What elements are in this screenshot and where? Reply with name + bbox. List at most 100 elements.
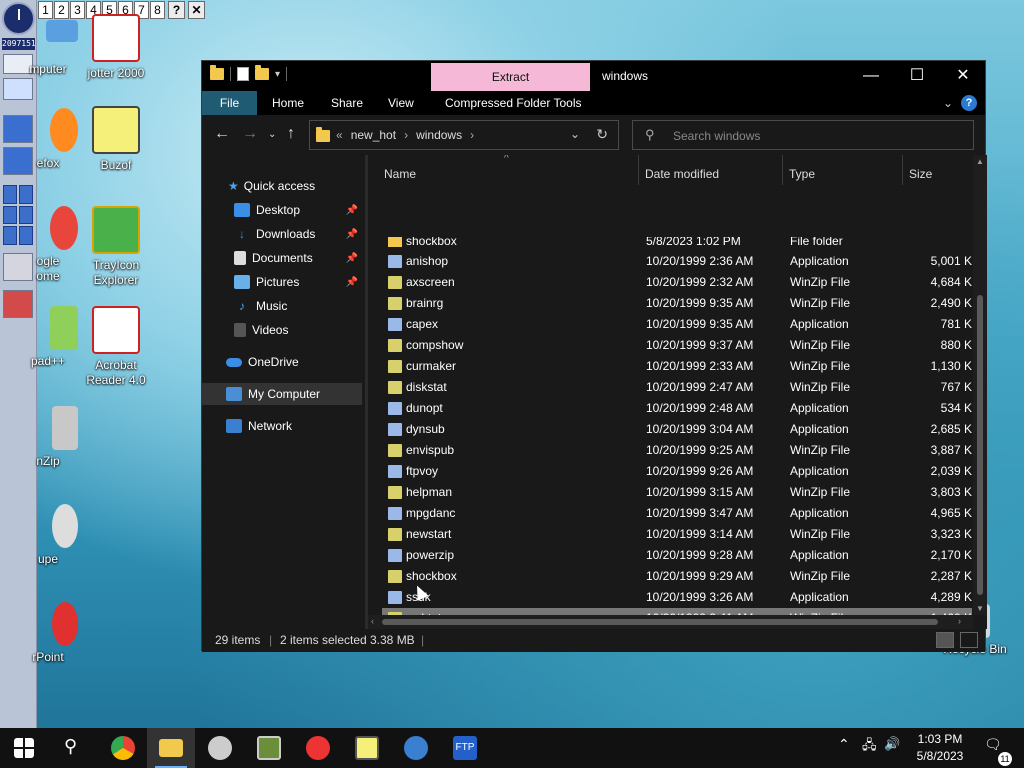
desktop-icon-trayicon[interactable]: TrayIcon Explorer [76, 206, 156, 288]
show-hidden-icons-icon[interactable]: ⌃ [838, 736, 850, 753]
volume-icon[interactable]: 🔊 [884, 736, 900, 752]
nav-onedrive[interactable]: OneDrive [202, 351, 362, 373]
search-box[interactable]: ⚲ Search windows [632, 120, 974, 150]
horizontal-scrollbar[interactable]: ‹ › [368, 615, 973, 629]
nav-downloads[interactable]: ↓ Downloads 📌 [202, 223, 362, 245]
refresh-icon[interactable]: ↻ [596, 126, 608, 143]
details-view-icon[interactable] [936, 632, 954, 648]
desktop-icon-winzip[interactable]: nZip [18, 406, 78, 469]
network-icon[interactable]: 🖧 [862, 736, 877, 758]
nav-network[interactable]: Network [202, 415, 362, 437]
taskbar-ftp-app[interactable]: FTP [441, 728, 489, 768]
desktop-icon-notepad[interactable]: pad++ [18, 306, 78, 369]
properties-icon[interactable] [237, 67, 249, 81]
desktop-icon-chrome[interactable]: ogle ome [18, 206, 78, 284]
scroll-left-icon[interactable]: ‹ [371, 616, 374, 626]
back-arrow-icon[interactable]: ← [214, 125, 230, 143]
column-header-date[interactable]: Date modified [645, 163, 719, 185]
desktop-icon-firefox[interactable]: efox [18, 108, 78, 171]
partial-row[interactable]: shockbox 5/8/2023 1:02 PM File folder [382, 237, 972, 247]
nav-videos[interactable]: Videos [202, 319, 362, 341]
forward-arrow-icon[interactable]: → [242, 125, 258, 143]
file-row[interactable]: dynsub 10/20/1999 3:04 AM Application 2,685… [382, 419, 972, 440]
taskbar-red-arrow-app[interactable] [294, 728, 342, 768]
file-row[interactable]: helpman 10/20/1999 3:15 AM WinZip File 3,80… [382, 482, 972, 503]
tab-file[interactable]: File [202, 91, 257, 115]
column-header-name[interactable]: Name [384, 163, 416, 185]
taskbar-monitor-app[interactable] [245, 728, 293, 768]
file-row[interactable]: ssdk 10/20/1999 3:26 AM Application 4,289 K [382, 587, 972, 608]
file-row[interactable]: capex 10/20/1999 9:35 AM Application 781 K [382, 314, 972, 335]
nav-documents[interactable]: Documents 📌 [202, 247, 362, 269]
column-divider[interactable] [902, 155, 903, 185]
pin-icon[interactable]: 📌 [346, 277, 358, 288]
desktop-icon-jotter[interactable]: jotter 2000 [76, 14, 156, 81]
nav-music[interactable]: ♪ Music [202, 295, 362, 317]
nav-quick-access[interactable]: ★ Quick access [202, 175, 362, 197]
scrollbar-thumb[interactable] [977, 295, 983, 595]
file-row[interactable]: axscreen 10/20/1999 2:32 AM WinZip File 4,6… [382, 272, 972, 293]
column-header-size[interactable]: Size [909, 163, 932, 185]
scroll-down-icon[interactable]: ▼ [976, 604, 984, 613]
column-header-type[interactable]: Type [789, 163, 815, 185]
taskbar-magnifier[interactable] [196, 728, 244, 768]
scroll-up-icon[interactable]: ▲ [976, 157, 984, 166]
tab-home[interactable]: Home [260, 91, 316, 115]
column-divider[interactable] [782, 155, 783, 185]
start-button[interactable] [0, 728, 48, 768]
scroll-right-icon[interactable]: › [958, 616, 961, 626]
nav-pictures[interactable]: Pictures 📌 [202, 271, 362, 293]
large-icons-view-icon[interactable] [960, 632, 978, 648]
scrollbar-thumb[interactable] [382, 619, 938, 625]
desktop-icon-buzof[interactable]: Buzof [76, 106, 156, 173]
nav-desktop[interactable]: Desktop 📌 [202, 199, 362, 221]
file-row[interactable]: powerzip 10/20/1999 9:28 AM Application 2,1… [382, 545, 972, 566]
breadcrumb-overflow[interactable]: « [336, 128, 343, 142]
file-row[interactable]: mpgdanc 10/20/1999 3:47 AM Application 4,96… [382, 503, 972, 524]
file-row[interactable]: newstart 10/20/1999 3:14 AM WinZip File 3,3… [382, 524, 972, 545]
file-row[interactable]: anishop 10/20/1999 2:36 AM Application 5,00… [382, 251, 972, 272]
file-row[interactable]: ftpvoy 10/20/1999 9:26 AM Application 2,039… [382, 461, 972, 482]
taskbar-buzof[interactable] [343, 728, 391, 768]
pin-icon[interactable]: 📌 [346, 229, 358, 240]
file-row[interactable]: envispub 10/20/1999 9:25 AM WinZip File 3,8… [382, 440, 972, 461]
desktop-icon-magnifier[interactable]: upe [18, 504, 78, 567]
expand-ribbon-icon[interactable]: ⌄ [943, 96, 953, 110]
tab-view[interactable]: View [376, 91, 426, 115]
desktop-icon-computer[interactable]: mputer [18, 20, 78, 77]
breadcrumb-windows[interactable]: windows [416, 128, 462, 142]
help-icon[interactable]: ? [961, 95, 977, 111]
file-row[interactable]: brainrg 10/20/1999 9:35 AM WinZip File 2,49… [382, 293, 972, 314]
address-field[interactable]: « new_hot › windows › ⌄ ↻ [309, 120, 619, 150]
file-row[interactable]: shockbox 10/20/1999 9:29 AM WinZip File 2,2… [382, 566, 972, 587]
desktop-1-button[interactable]: 1 [38, 1, 53, 19]
file-row[interactable]: compshow 10/20/1999 9:37 AM WinZip File 880… [382, 335, 972, 356]
file-row[interactable]: dunopt 10/20/1999 2:48 AM Application 534 K [382, 398, 972, 419]
tab-compressed-folder-tools[interactable]: Compressed Folder Tools [433, 91, 594, 115]
minimize-icon[interactable]: — [848, 61, 894, 91]
tab-share[interactable]: Share [319, 91, 375, 115]
maximize-icon[interactable]: ☐ [894, 61, 940, 91]
close-window-icon[interactable]: ✕ [940, 61, 986, 91]
pin-icon[interactable]: 📌 [346, 205, 358, 216]
taskbar-globe-app[interactable] [392, 728, 440, 768]
help-button[interactable]: ? [168, 1, 185, 19]
column-divider[interactable] [638, 155, 639, 185]
breadcrumb-new-hot[interactable]: new_hot [351, 128, 396, 142]
taskbar-chrome[interactable] [99, 728, 147, 768]
notifications-icon[interactable]: 🗨 [984, 736, 1002, 753]
nav-my-computer[interactable]: My Computer [202, 383, 362, 405]
taskbar-file-explorer[interactable] [147, 728, 195, 768]
search-taskbar-button[interactable]: ⚲ [48, 728, 96, 768]
desktop-2-button[interactable]: 2 [54, 1, 69, 19]
customize-toolbar-icon[interactable]: ▾ [275, 69, 280, 80]
desktop-icon-acrobat[interactable]: Acrobat Reader 4.0 [76, 306, 156, 388]
close-button[interactable]: ✕ [188, 1, 205, 19]
taskbar-clock[interactable]: 1:03 PM 5/8/2023 [900, 731, 980, 765]
pin-icon[interactable]: 📌 [346, 253, 358, 264]
monitor-icon[interactable] [3, 78, 33, 100]
vertical-scrollbar[interactable]: ▲ ▼ [973, 155, 987, 615]
up-arrow-icon[interactable]: ↑ [287, 125, 295, 143]
recent-locations-icon[interactable]: ⌄ [268, 129, 276, 140]
extract-context-tab[interactable]: Extract [431, 63, 590, 91]
